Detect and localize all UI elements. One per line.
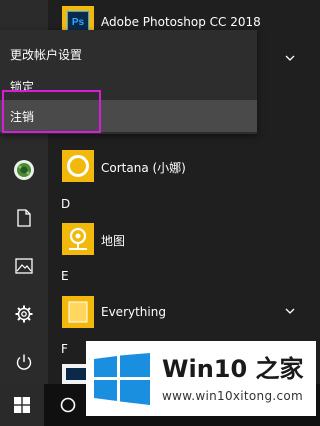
change-account-settings-item[interactable]: 更改帐户设置 bbox=[0, 38, 257, 70]
chevron-down-icon[interactable] bbox=[284, 305, 296, 317]
documents-button[interactable] bbox=[0, 194, 48, 242]
start-button[interactable] bbox=[0, 384, 44, 426]
power-icon bbox=[16, 354, 32, 370]
watermark-url: www.win10xitong.com bbox=[162, 389, 304, 403]
cortana-icon bbox=[67, 155, 89, 177]
app-label-cortana: Cortana (小娜) bbox=[101, 161, 186, 175]
avatar bbox=[14, 160, 34, 180]
folder-icon bbox=[68, 301, 88, 323]
menu-item-label: 更改帐户设置 bbox=[10, 47, 83, 62]
app-label-everything: Everything bbox=[101, 305, 166, 319]
settings-button[interactable] bbox=[0, 290, 48, 338]
highlight-box bbox=[2, 90, 101, 133]
app-item-everything[interactable]: Everything bbox=[48, 292, 320, 332]
chevron-down-icon[interactable] bbox=[284, 52, 296, 64]
section-letter-f[interactable]: F bbox=[61, 342, 68, 356]
cortana-taskbar-button[interactable] bbox=[48, 384, 88, 426]
app-item-maps[interactable]: 地图 bbox=[48, 219, 320, 259]
watermark-logo: Win10 之家 www.win10xitong.com bbox=[86, 341, 316, 416]
power-button[interactable] bbox=[0, 338, 48, 386]
app-label-maps: 地图 bbox=[101, 234, 126, 248]
app-icon-partial bbox=[66, 368, 86, 380]
document-icon bbox=[17, 209, 31, 227]
app-item-cortana[interactable]: Cortana (小娜) bbox=[48, 146, 320, 186]
gear-icon bbox=[15, 305, 33, 323]
watermark-title: Win10 之家 bbox=[162, 355, 304, 383]
app-label-photoshop: Adobe Photoshop CC 2018 bbox=[101, 15, 261, 29]
windows-logo-icon bbox=[14, 397, 30, 413]
maps-tile bbox=[62, 223, 94, 255]
section-letter-d[interactable]: D bbox=[61, 197, 70, 211]
user-avatar-button[interactable] bbox=[0, 146, 48, 194]
section-letter-e[interactable]: E bbox=[61, 269, 69, 283]
everything-tile bbox=[62, 296, 94, 328]
cortana-tile bbox=[62, 150, 94, 182]
pictures-icon bbox=[15, 258, 33, 274]
pictures-button[interactable] bbox=[0, 242, 48, 290]
windows-logo-icon bbox=[94, 353, 150, 405]
map-pin-icon bbox=[69, 227, 87, 250]
cortana-circle-icon bbox=[60, 397, 76, 413]
